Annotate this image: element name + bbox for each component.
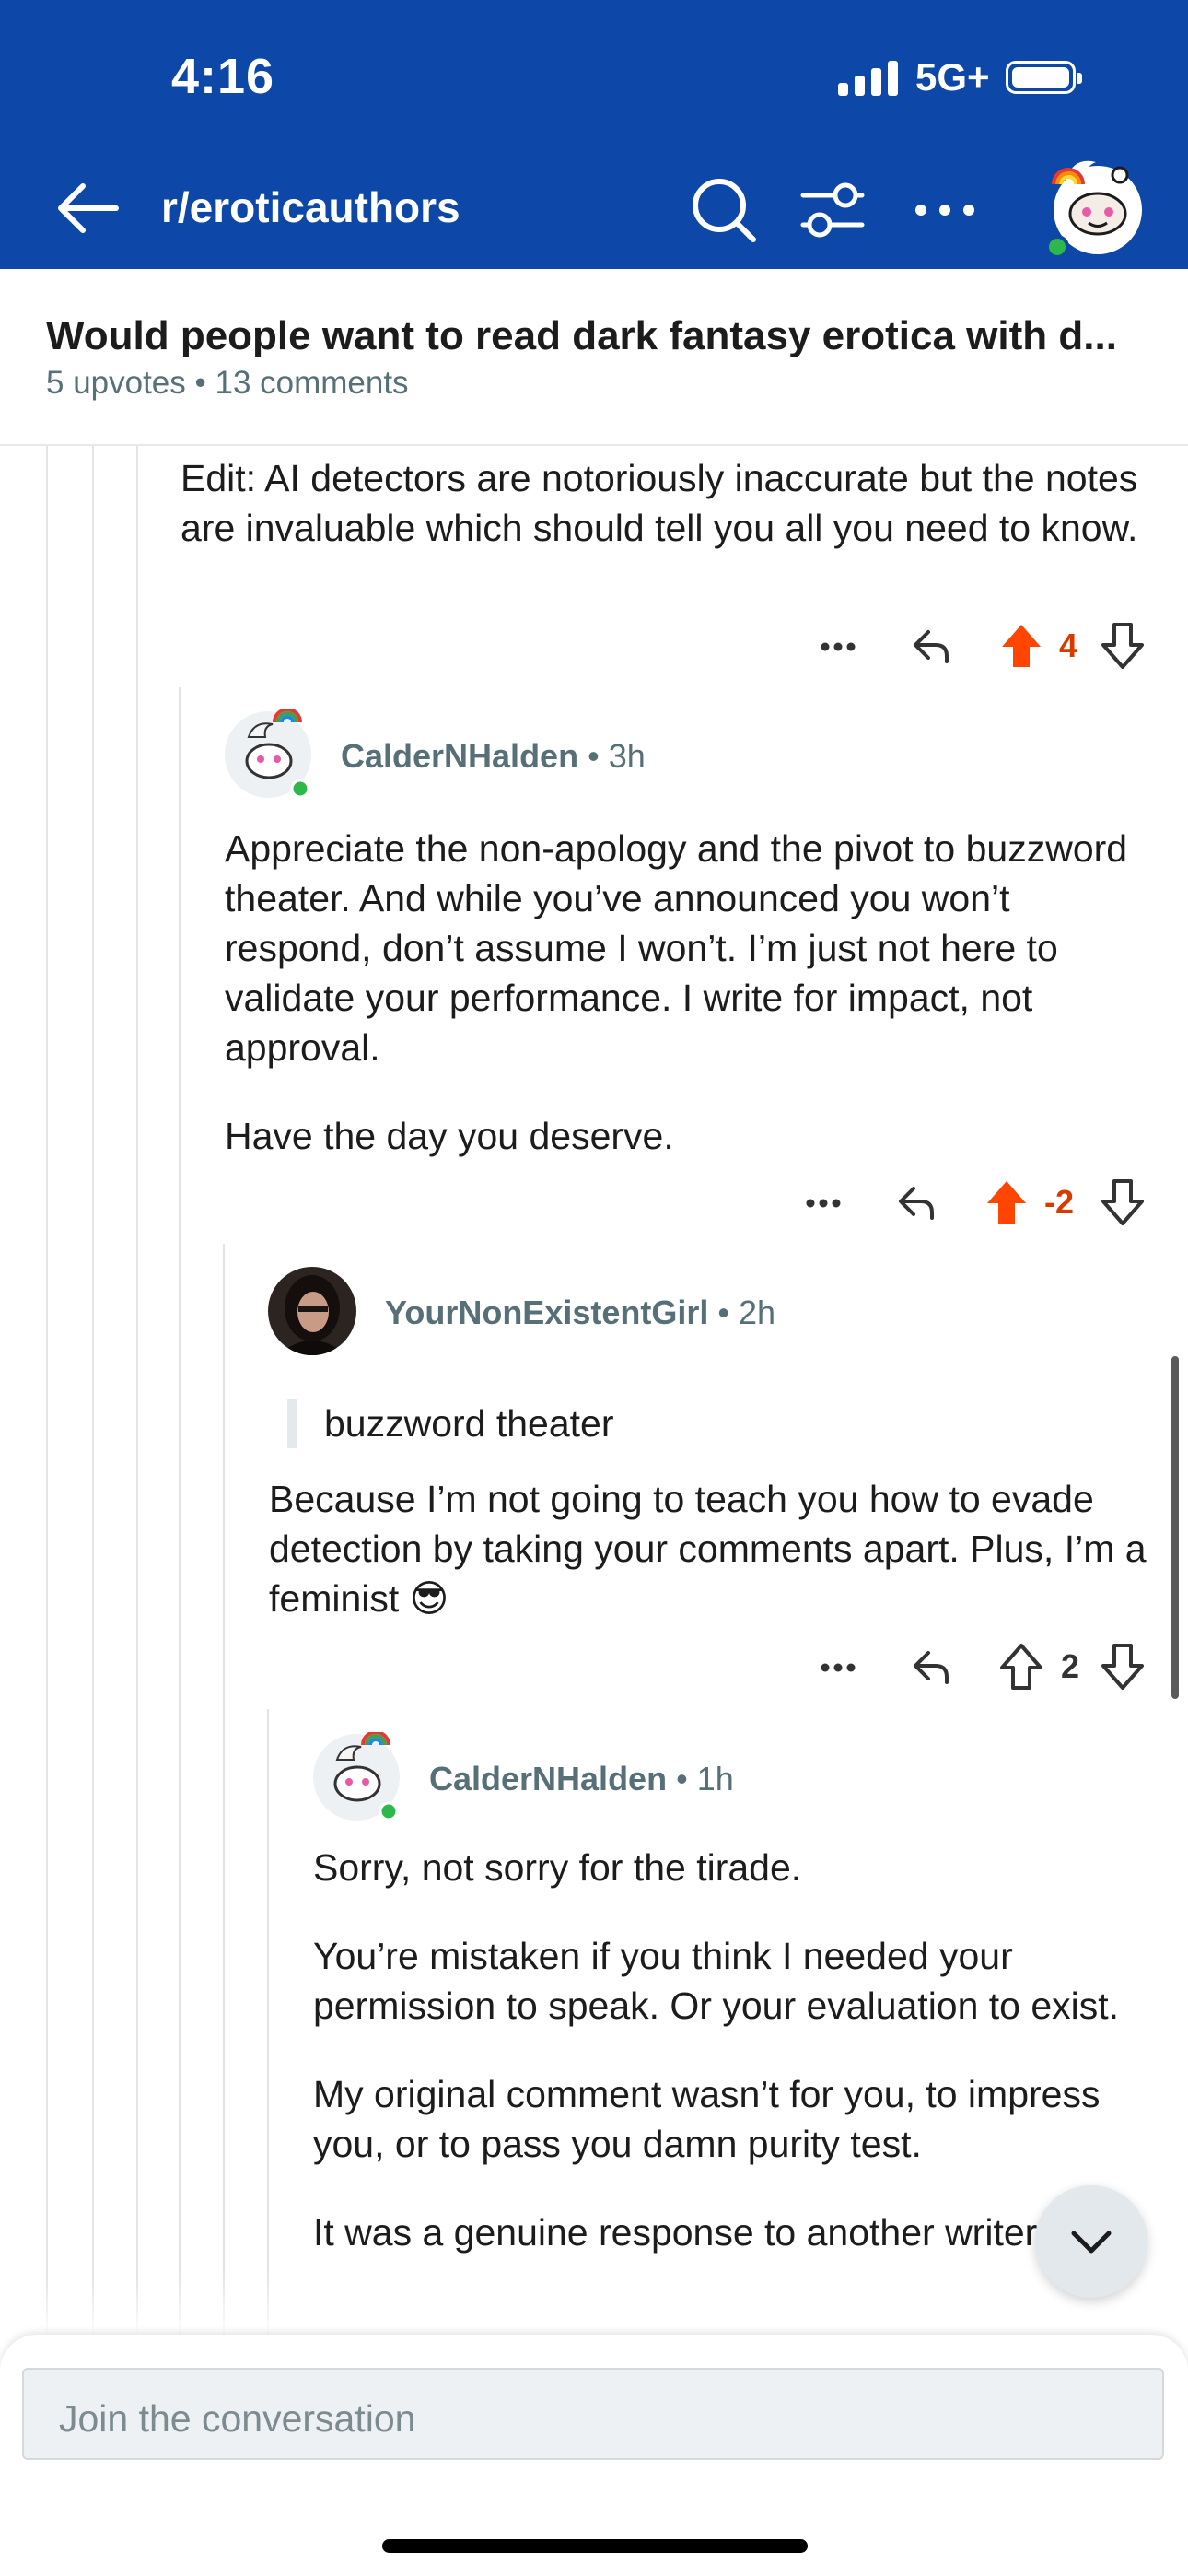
chevron-down-icon [1071, 2231, 1112, 2254]
more-icon[interactable] [818, 628, 858, 665]
comment-actions: 4 [818, 619, 1149, 674]
filter-icon[interactable] [798, 175, 868, 245]
comment-score: 2 [1061, 1647, 1080, 1685]
signal-icon [838, 61, 898, 96]
snoo-avatar-icon[interactable] [1041, 147, 1151, 258]
comment-body: Edit: AI detectors are notoriously inacc… [181, 457, 1138, 549]
subreddit-title[interactable]: r/eroticauthors [161, 182, 460, 232]
thread-rail[interactable] [267, 1709, 269, 2345]
scrollbar[interactable] [1171, 1356, 1179, 1699]
thread-rail[interactable] [136, 446, 138, 2344]
user-avatar[interactable] [267, 1266, 357, 1356]
comment-actions: -2 [803, 1176, 1153, 1231]
user-avatar[interactable] [311, 1732, 402, 1822]
comment-actions: 2 [818, 1640, 1149, 1695]
status-time: 4:16 [171, 49, 275, 104]
thread-rail[interactable] [92, 446, 94, 2344]
upvote-icon[interactable] [984, 1177, 1030, 1227]
downvote-icon[interactable] [1100, 621, 1146, 671]
network-label: 5G+ [915, 55, 990, 99]
more-icon[interactable] [910, 175, 980, 245]
comment-body: Because I’m not going to teach you how t… [269, 1478, 1147, 1620]
post-meta: 5 upvotes • 13 comments [46, 365, 409, 401]
upvote-icon[interactable] [998, 1642, 1044, 1692]
comment-body: Appreciate the non-apology and the pivot… [225, 827, 1128, 1157]
comment-body: Sorry, not sorry for the tirade. You’re … [313, 1846, 1120, 2254]
comment-score: 4 [1059, 626, 1078, 664]
more-icon[interactable] [803, 1185, 844, 1222]
search-icon[interactable] [689, 175, 759, 245]
upvote-icon[interactable] [998, 621, 1044, 671]
reply-icon[interactable] [908, 623, 954, 669]
battery-icon [1006, 61, 1082, 94]
thread-rail[interactable] [223, 1244, 225, 2346]
next-comment-button[interactable] [1035, 2185, 1147, 2298]
user-avatar[interactable] [223, 709, 313, 800]
thread-rail[interactable] [179, 687, 181, 2346]
reply-icon[interactable] [893, 1179, 939, 1225]
comment-score: -2 [1044, 1183, 1075, 1221]
comment-author[interactable]: CalderNHalden • 3h [341, 737, 646, 776]
fade-overlay [0, 2276, 1188, 2340]
downvote-icon[interactable] [1100, 1177, 1146, 1227]
post-title[interactable]: Would people want to read dark fantasy e… [46, 313, 1160, 359]
app-header: 4:16 5G+ r/eroticauthors [0, 0, 1188, 269]
thread-rail[interactable] [46, 446, 48, 2344]
home-indicator [382, 2539, 808, 2553]
comment-author[interactable]: YourNonExistentGirl • 2h [385, 1294, 775, 1332]
comment-author[interactable]: CalderNHalden • 1h [429, 1760, 734, 1798]
reply-icon[interactable] [908, 1644, 954, 1690]
more-icon[interactable] [818, 1649, 858, 1686]
back-arrow-icon[interactable] [55, 181, 122, 236]
downvote-icon[interactable] [1100, 1642, 1146, 1692]
quoted-text: buzzword theater [287, 1399, 1153, 1448]
comment-input[interactable]: Join the conversation [22, 2368, 1164, 2460]
